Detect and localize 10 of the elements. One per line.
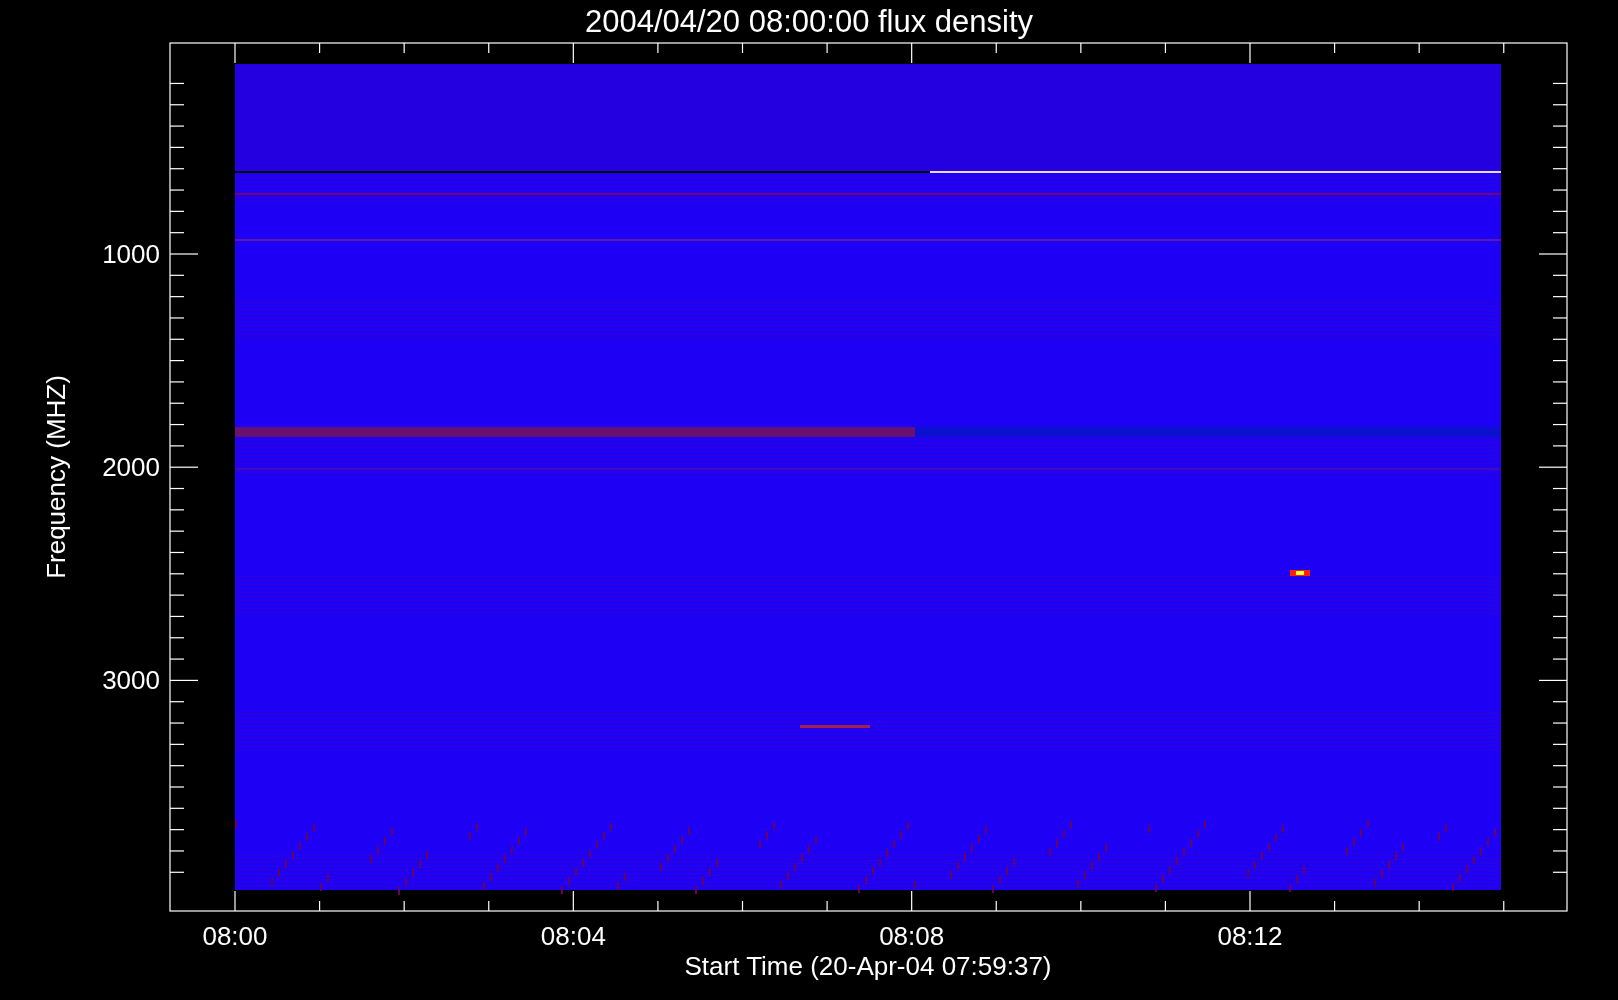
y-axis-label: Frequency (MHZ) [41,375,71,579]
x-axis-label: Start Time (20-Apr-04 07:59:37) [684,951,1052,981]
x-tick-label: 08:04 [540,921,606,951]
y-tick-label: 1000 [102,239,160,269]
x-tick-label: 08:12 [1217,921,1283,951]
plot-title: 2004/04/20 08:00:00 flux density [584,4,1034,39]
x-tick-label: 08:00 [202,921,268,951]
y-tick-label: 2000 [102,452,160,483]
y-tick-label: 3000 [102,665,160,696]
x-tick-label: 08:08 [879,921,945,951]
